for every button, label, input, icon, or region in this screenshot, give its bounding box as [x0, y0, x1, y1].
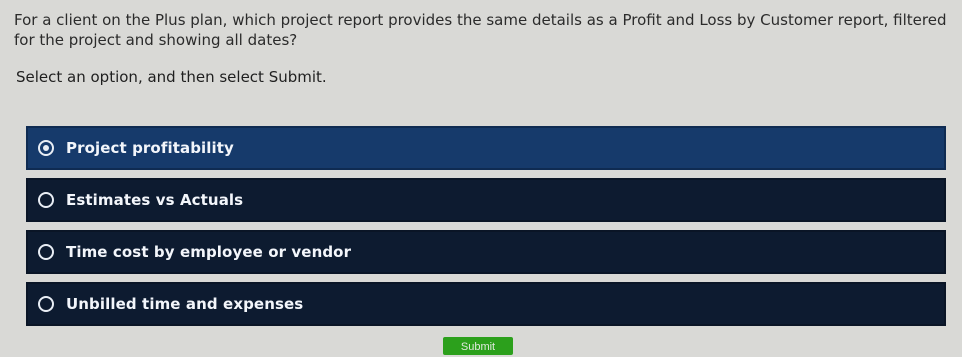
radio-unselected-icon[interactable]	[38, 296, 54, 312]
radio-unselected-icon[interactable]	[38, 244, 54, 260]
option-unbilled-time-and-expenses[interactable]: Unbilled time and expenses	[26, 282, 946, 326]
option-label: Time cost by employee or vendor	[66, 243, 352, 261]
option-label: Project profitability	[66, 139, 234, 157]
question-text: For a client on the Plus plan, which pro…	[14, 11, 947, 49]
radio-selected-icon[interactable]	[38, 140, 54, 156]
instruction-text: Select an option, and then select Submit…	[16, 68, 327, 86]
submit-button[interactable]: Submit	[443, 337, 513, 355]
option-label: Unbilled time and expenses	[66, 295, 304, 313]
option-label: Estimates vs Actuals	[66, 191, 244, 209]
option-estimates-vs-actuals[interactable]: Estimates vs Actuals	[26, 178, 946, 222]
answer-options: Project profitability Estimates vs Actua…	[26, 126, 946, 334]
radio-unselected-icon[interactable]	[38, 192, 54, 208]
option-time-cost-by-employee-or-vendor[interactable]: Time cost by employee or vendor	[26, 230, 946, 274]
option-project-profitability[interactable]: Project profitability	[26, 126, 946, 170]
